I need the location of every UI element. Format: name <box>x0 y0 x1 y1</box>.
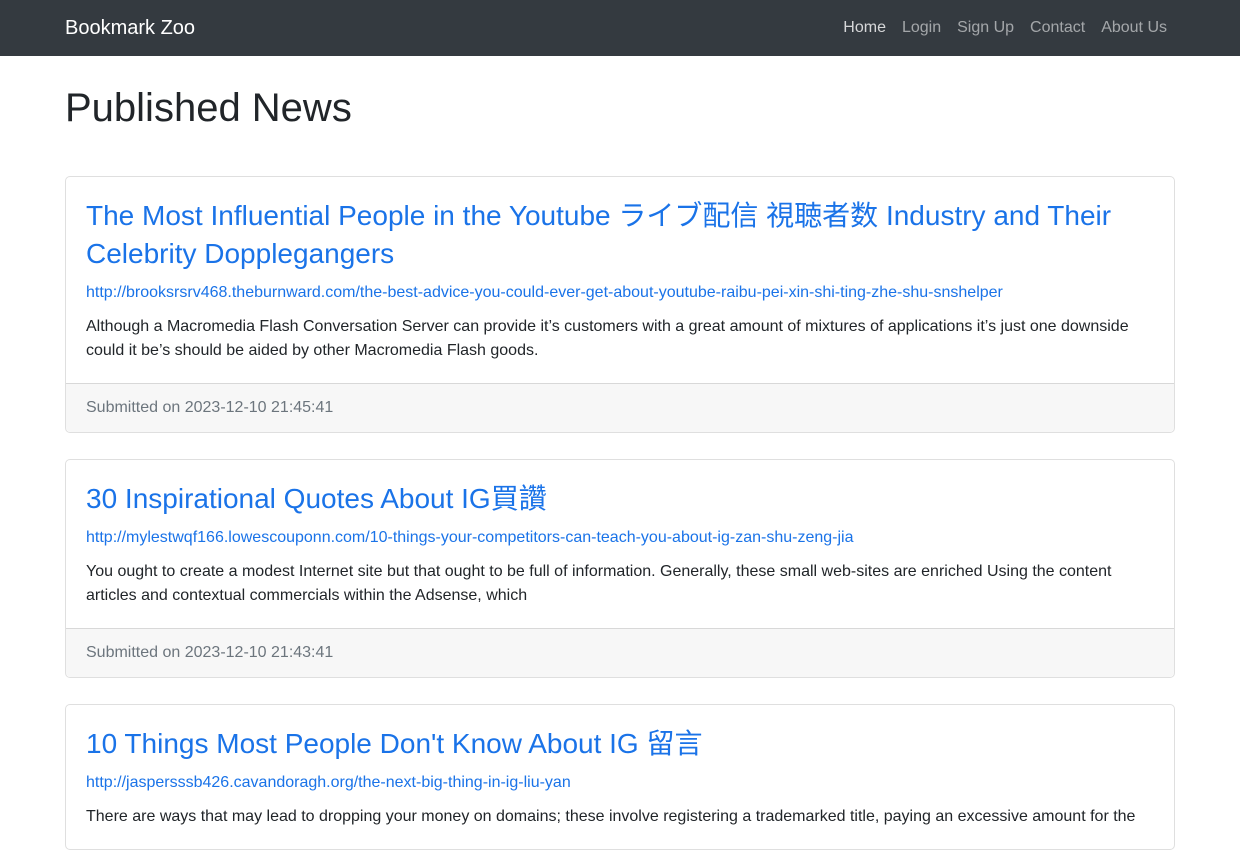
news-card: 30 Inspirational Quotes About IG買讚 http:… <box>65 459 1175 678</box>
card-title: 10 Things Most People Don't Know About I… <box>86 725 1154 763</box>
nav-link-home[interactable]: Home <box>835 11 894 45</box>
card-url-link[interactable]: http://mylestwqf166.lowescouponn.com/10-… <box>86 529 853 546</box>
card-body: The Most Influential People in the Youtu… <box>66 177 1174 383</box>
nav-link-login[interactable]: Login <box>894 11 949 45</box>
card-title-link[interactable]: 10 Things Most People Don't Know About I… <box>86 728 703 759</box>
card-body: 30 Inspirational Quotes About IG買讚 http:… <box>66 460 1174 628</box>
card-title: 30 Inspirational Quotes About IG買讚 <box>86 480 1154 518</box>
card-body: 10 Things Most People Don't Know About I… <box>66 705 1174 849</box>
card-title-link[interactable]: 30 Inspirational Quotes About IG買讚 <box>86 483 547 514</box>
card-url: http://mylestwqf166.lowescouponn.com/10-… <box>86 528 1154 548</box>
main-content: Published News The Most Influential Peop… <box>50 84 1190 850</box>
card-url-link[interactable]: http://jaspersssb426.cavandoragh.org/the… <box>86 774 571 791</box>
nav-link-about[interactable]: About Us <box>1093 11 1175 45</box>
news-list: The Most Influential People in the Youtu… <box>65 176 1175 850</box>
nav-link-contact[interactable]: Contact <box>1022 11 1093 45</box>
card-description: Although a Macromedia Flash Conversation… <box>86 315 1154 363</box>
card-description: There are ways that may lead to dropping… <box>86 805 1154 829</box>
card-url-link[interactable]: http://brooksrsrv468.theburnward.com/the… <box>86 284 1003 301</box>
card-url: http://jaspersssb426.cavandoragh.org/the… <box>86 773 1154 793</box>
submitted-text: Submitted on 2023-12-10 21:45:41 <box>86 399 333 416</box>
page-title: Published News <box>65 84 1175 132</box>
nav-link-signup[interactable]: Sign Up <box>949 11 1022 45</box>
brand-link[interactable]: Bookmark Zoo <box>65 17 195 40</box>
news-card: 10 Things Most People Don't Know About I… <box>65 704 1175 850</box>
card-title-link[interactable]: The Most Influential People in the Youtu… <box>86 200 1111 269</box>
nav-menu: Home Login Sign Up Contact About Us <box>835 11 1175 45</box>
card-description: You ought to create a modest Internet si… <box>86 560 1154 608</box>
navbar: Bookmark Zoo Home Login Sign Up Contact … <box>0 0 1240 56</box>
card-url: http://brooksrsrv468.theburnward.com/the… <box>86 283 1154 303</box>
submitted-text: Submitted on 2023-12-10 21:43:41 <box>86 644 333 661</box>
card-footer: Submitted on 2023-12-10 21:45:41 <box>66 383 1174 432</box>
news-card: The Most Influential People in the Youtu… <box>65 176 1175 433</box>
card-title: The Most Influential People in the Youtu… <box>86 197 1154 273</box>
card-footer: Submitted on 2023-12-10 21:43:41 <box>66 628 1174 677</box>
